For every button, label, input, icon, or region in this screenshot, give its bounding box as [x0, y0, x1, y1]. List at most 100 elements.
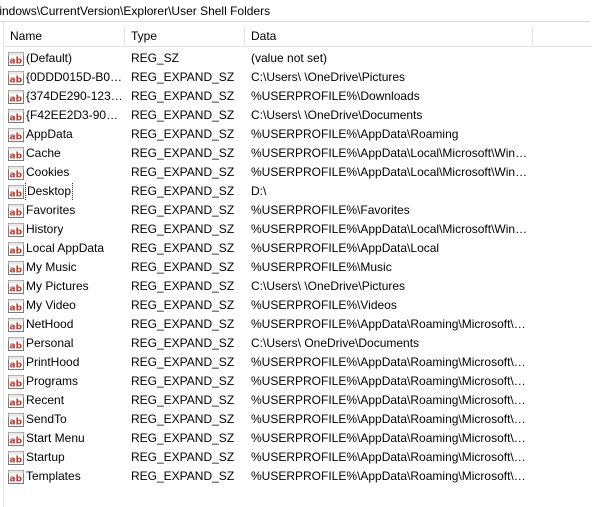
value-data: %USERPROFILE%\AppData\Roaming\Microsoft\… [251, 317, 529, 331]
row-name-cell[interactable]: ab Cookies [8, 163, 123, 182]
row-name-cell[interactable]: ab Templates [8, 467, 123, 486]
registry-values-list[interactable]: Name Type Data ab (Default) REG_SZ (value n… [0, 22, 592, 507]
row-name-cell[interactable]: ab My Video [8, 296, 123, 315]
column-header-data[interactable]: Data [245, 26, 533, 46]
row-name-cell[interactable]: ab (Default) [8, 49, 123, 68]
value-name: {374DE290-123F... [26, 89, 123, 103]
reg-string-ab-icon: ab [8, 89, 24, 104]
value-data: %USERPROFILE%\AppData\Roaming\Microsoft\… [251, 469, 529, 483]
value-type: REG_EXPAND_SZ [131, 222, 235, 236]
table-row[interactable]: ab Local AppData REG_EXPAND_SZ %USERPROFILE… [4, 239, 592, 258]
column-header-type[interactable]: Type [125, 26, 245, 46]
value-type: REG_EXPAND_SZ [131, 203, 235, 217]
row-name-cell[interactable]: ab History [8, 220, 123, 239]
row-name-cell[interactable]: ab AppData [8, 125, 123, 144]
value-name: PrintHood [26, 355, 80, 369]
column-header-name[interactable]: Name [4, 26, 125, 46]
table-row[interactable]: ab Personal REG_EXPAND_SZ C:\Users\ OneDriv… [4, 334, 592, 353]
row-name-cell[interactable]: ab Personal [8, 334, 123, 353]
table-row[interactable]: ab Cache REG_EXPAND_SZ %USERPROFILE%\AppDat… [4, 144, 592, 163]
reg-string-ab-icon: ab [8, 298, 24, 313]
row-name-cell[interactable]: ab Start Menu [8, 429, 123, 448]
svg-text:ab: ab [10, 94, 23, 104]
value-name: {0DDD015D-B06... [26, 70, 123, 84]
row-name-cell[interactable]: ab SendTo [8, 410, 123, 429]
value-data: %USERPROFILE%\AppData\Roaming\Microsoft\… [251, 412, 529, 426]
svg-text:ab: ab [10, 303, 23, 313]
row-name-cell[interactable]: ab Recent [8, 391, 123, 410]
svg-text:ab: ab [10, 227, 23, 237]
svg-text:ab: ab [10, 379, 23, 389]
reg-string-ab-icon: ab [8, 469, 24, 484]
table-row[interactable]: ab {F42EE2D3-909F... REG_EXPAND_SZ C:\Users… [4, 106, 592, 125]
svg-text:ab: ab [10, 56, 23, 66]
table-row[interactable]: ab Programs REG_EXPAND_SZ %USERPROFILE%\App… [4, 372, 592, 391]
value-name: AppData [26, 127, 73, 141]
value-data: %USERPROFILE%\AppData\Roaming\Microsoft\… [251, 431, 529, 445]
value-type: REG_EXPAND_SZ [131, 393, 235, 407]
value-data: %USERPROFILE%\AppData\Local [251, 241, 440, 255]
value-data: %USERPROFILE%\AppData\Roaming [251, 127, 459, 141]
table-row[interactable]: ab Templates REG_EXPAND_SZ %USERPROFILE%\Ap… [4, 467, 592, 486]
table-row[interactable]: ab Cookies REG_EXPAND_SZ %USERPROFILE%\AppD… [4, 163, 592, 182]
value-data: C:\Users\ \OneDrive\Pictures [251, 70, 406, 84]
table-row[interactable]: ab (Default) REG_SZ (value not set) [4, 49, 592, 68]
table-row[interactable]: ab AppData REG_EXPAND_SZ %USERPROFILE%\AppD… [4, 125, 592, 144]
value-data: %USERPROFILE%\AppData\Local\Microsoft\Wi… [251, 165, 529, 179]
value-type: REG_SZ [131, 51, 180, 65]
table-row[interactable]: ab {0DDD015D-B06... REG_EXPAND_SZ C:\Users\… [4, 68, 592, 87]
row-name-cell[interactable]: ab Desktop [8, 182, 123, 201]
value-name: (Default) [26, 51, 73, 65]
value-data: (value not set) [251, 51, 328, 65]
table-row[interactable]: ab SendTo REG_EXPAND_SZ %USERPROFILE%\AppDa… [4, 410, 592, 429]
row-name-cell[interactable]: ab Startup [8, 448, 123, 467]
reg-string-ab-icon: ab [8, 165, 24, 180]
value-type: REG_EXPAND_SZ [131, 374, 235, 388]
value-name: Desktop [24, 182, 74, 201]
row-name-cell[interactable]: ab PrintHood [8, 353, 123, 372]
row-name-cell[interactable]: ab {0DDD015D-B06... [8, 68, 123, 87]
table-row[interactable]: ab NetHood REG_EXPAND_SZ %USERPROFILE%\AppD… [4, 315, 592, 334]
reg-string-ab-icon: ab [8, 241, 24, 256]
table-row[interactable]: ab My Music REG_EXPAND_SZ %USERPROFILE%\Mus… [4, 258, 592, 277]
row-name-cell[interactable]: ab My Music [8, 258, 123, 277]
table-row[interactable]: ab Startup REG_EXPAND_SZ %USERPROFILE%\AppD… [4, 448, 592, 467]
row-name-cell[interactable]: ab My Pictures [8, 277, 123, 296]
svg-text:ab: ab [10, 170, 23, 180]
row-name-cell[interactable]: ab {F42EE2D3-909F... [8, 106, 123, 125]
reg-string-ab-icon: ab [8, 450, 24, 465]
table-row[interactable]: ab Favorites REG_EXPAND_SZ %USERPROFILE%\Fa… [4, 201, 592, 220]
value-name: History [26, 222, 64, 236]
reg-string-ab-icon: ab [8, 317, 24, 332]
value-name: Programs [26, 374, 79, 388]
row-name-cell[interactable]: ab Local AppData [8, 239, 123, 258]
value-name: My Pictures [26, 279, 89, 293]
reg-string-ab-icon: ab [8, 393, 24, 408]
value-data: %USERPROFILE%\Videos [251, 298, 397, 312]
value-name: {F42EE2D3-909F... [26, 108, 123, 122]
row-name-cell[interactable]: ab NetHood [8, 315, 123, 334]
svg-text:ab: ab [10, 132, 23, 142]
reg-string-ab-icon: ab [8, 260, 24, 275]
row-name-cell[interactable]: ab Cache [8, 144, 123, 163]
row-name-cell[interactable]: ab Programs [8, 372, 123, 391]
address-bar[interactable]: /indows\CurrentVersion\Explorer\User She… [0, 0, 590, 22]
reg-string-ab-icon: ab [8, 70, 24, 85]
reg-string-ab-icon: ab [8, 127, 24, 142]
table-row[interactable]: ab PrintHood REG_EXPAND_SZ %USERPROFILE%\Ap… [4, 353, 592, 372]
value-name: Favorites [26, 203, 76, 217]
table-row[interactable]: ab {374DE290-123F... REG_EXPAND_SZ %USERPRO… [4, 87, 592, 106]
table-row[interactable]: ab Recent REG_EXPAND_SZ %USERPROFILE%\AppDa… [4, 391, 592, 410]
table-row[interactable]: ab My Pictures REG_EXPAND_SZ C:\Users\ \One… [4, 277, 592, 296]
table-row[interactable]: ab Desktop REG_EXPAND_SZ D:\ [4, 182, 592, 201]
row-name-cell[interactable]: ab {374DE290-123F... [8, 87, 123, 106]
table-row[interactable]: ab Start Menu REG_EXPAND_SZ %USERPROFILE%\A… [4, 429, 592, 448]
value-name: Cache [26, 146, 61, 160]
table-row[interactable]: ab My Video REG_EXPAND_SZ %USERPROFILE%\Vid… [4, 296, 592, 315]
row-name-cell[interactable]: ab Favorites [8, 201, 123, 220]
svg-text:ab: ab [10, 113, 23, 123]
value-type: REG_EXPAND_SZ [131, 450, 235, 464]
value-data: %USERPROFILE%\AppData\Roaming\Microsoft\… [251, 374, 529, 388]
svg-text:ab: ab [10, 417, 23, 427]
table-row[interactable]: ab History REG_EXPAND_SZ %USERPROFILE%\AppD… [4, 220, 592, 239]
